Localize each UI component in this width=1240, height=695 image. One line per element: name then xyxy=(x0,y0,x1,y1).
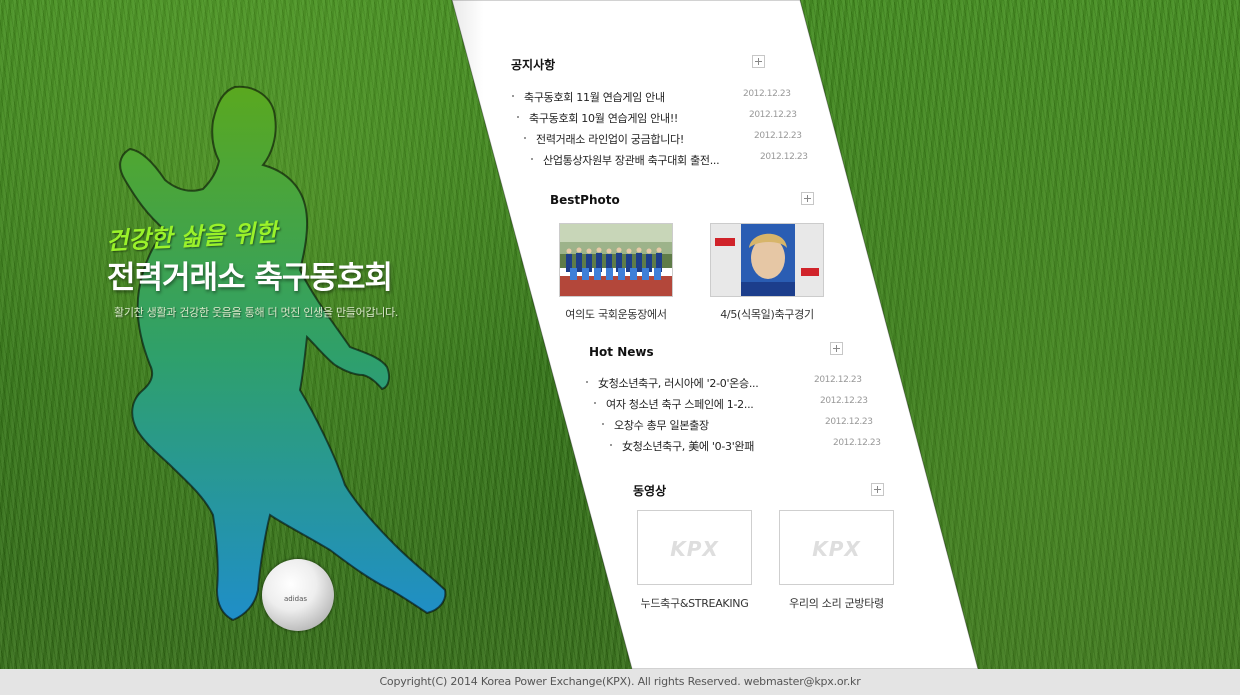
notice-item-title[interactable]: 축구동호회 11월 연습게임 안내 xyxy=(524,89,665,105)
hot-news-item-title[interactable]: 오창수 총무 일본출장 xyxy=(614,417,709,433)
player-silhouette xyxy=(119,85,447,622)
video-caption[interactable]: 누드축구&STREAKING xyxy=(637,595,752,611)
hero-subtitle: 활기찬 생활과 건강한 웃음을 통해 더 멋진 인생을 만들어갑니다. xyxy=(114,306,399,319)
notice-item-date: 2012.12.23 xyxy=(754,131,802,141)
hot-news-item-date: 2012.12.23 xyxy=(820,396,868,406)
footer-copyright: Copyright(C) 2014 Korea Power Exchange(K… xyxy=(0,669,1240,695)
bullet-icon xyxy=(531,158,533,160)
best-photo-caption[interactable]: 4/5(식목일)축구경기 xyxy=(710,306,824,322)
video-thumbnail[interactable]: KPX xyxy=(779,510,894,585)
best-photo-caption[interactable]: 여의도 국회운동장에서 xyxy=(559,306,673,322)
notice-item-date: 2012.12.23 xyxy=(760,152,808,162)
bullet-icon xyxy=(512,95,514,97)
bullet-icon xyxy=(594,402,596,404)
notice-item-date: 2012.12.23 xyxy=(743,89,791,99)
best-photo-thumbnail[interactable] xyxy=(559,223,673,297)
hot-news-item-date: 2012.12.23 xyxy=(825,417,873,427)
team-photo-image xyxy=(560,224,672,296)
best-photo-thumbnail[interactable] xyxy=(710,223,824,297)
notice-more-button[interactable] xyxy=(752,55,765,68)
kpx-logo-placeholder: KPX xyxy=(670,537,719,561)
kpx-logo-placeholder: KPX xyxy=(812,537,861,561)
notice-title: 공지사항 xyxy=(511,58,556,72)
video-caption[interactable]: 우리의 소리 군방타령 xyxy=(779,595,894,611)
notice-item-title[interactable]: 축구동호회 10월 연습게임 안내!! xyxy=(529,110,678,126)
hot-news-item-date: 2012.12.23 xyxy=(814,375,862,385)
hot-news-item-title[interactable]: 女청소년축구, 러시아에 '2-0'온승... xyxy=(598,375,759,391)
player-portrait-image xyxy=(711,224,823,296)
hot-news-item-title[interactable]: 여자 청소년 축구 스페인에 1-2... xyxy=(606,396,754,412)
bullet-icon xyxy=(517,116,519,118)
video-more-button[interactable] xyxy=(871,483,884,496)
bullet-icon xyxy=(602,423,604,425)
video-thumbnail[interactable]: KPX xyxy=(637,510,752,585)
video-title: 동영상 xyxy=(633,484,667,498)
bullet-icon xyxy=(586,381,588,383)
hot-news-item-date: 2012.12.23 xyxy=(833,438,881,448)
notice-item-title[interactable]: 산업통상자원부 장관배 축구대회 출전... xyxy=(543,152,720,168)
hot-news-more-button[interactable] xyxy=(830,342,843,355)
hero-title: 전력거래소 축구동호회 xyxy=(107,260,393,296)
notice-item-date: 2012.12.23 xyxy=(749,110,797,120)
bullet-icon xyxy=(610,444,612,446)
hot-news-item-title[interactable]: 女청소년축구, 美에 '0-3'완패 xyxy=(622,438,754,454)
bullet-icon xyxy=(524,137,526,139)
hot-news-title: Hot News xyxy=(589,345,654,359)
best-photo-more-button[interactable] xyxy=(801,192,814,205)
notice-item-title[interactable]: 전력거래소 라인업이 궁금합니다! xyxy=(536,131,684,147)
best-photo-title: BestPhoto xyxy=(550,193,620,207)
soccer-ball-icon: adidas xyxy=(262,559,334,631)
